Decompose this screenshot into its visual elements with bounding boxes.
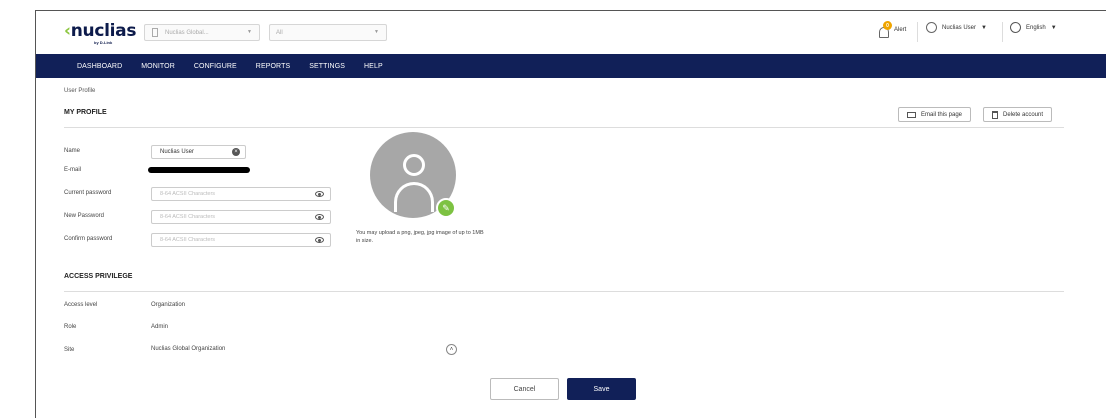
site-select[interactable]: All ▼ xyxy=(269,24,387,41)
current-password-field[interactable]: 8-64 ACSII Characters xyxy=(151,187,331,201)
new-password-field[interactable]: 8-64 ACSII Characters xyxy=(151,210,331,224)
divider xyxy=(64,127,1064,128)
avatar-head-icon xyxy=(403,154,425,176)
confirm-password-label: Confirm password xyxy=(64,236,113,242)
building-icon xyxy=(152,28,158,37)
alert-button[interactable]: 0 Alert xyxy=(879,21,906,38)
access-level-label: Access level xyxy=(64,302,98,308)
clear-icon[interactable]: × xyxy=(232,148,240,156)
pencil-icon[interactable]: ✎ xyxy=(436,198,456,218)
email-label: E-mail xyxy=(64,167,82,173)
main-nav: DASHBOARD MONITOR CONFIGURE REPORTS SETT… xyxy=(36,54,1106,78)
divider xyxy=(64,291,1064,292)
delete-account-button[interactable]: Delete account xyxy=(983,107,1053,122)
bell-icon: 0 xyxy=(879,21,892,38)
upload-hint: You may upload a png, jpeg, jpg image of… xyxy=(356,230,484,244)
name-label: Name xyxy=(64,148,81,154)
nav-reports[interactable]: REPORTS xyxy=(256,63,290,70)
nav-configure[interactable]: CONFIGURE xyxy=(194,63,237,70)
nav-monitor[interactable]: MONITOR xyxy=(141,63,175,70)
save-button[interactable]: Save xyxy=(567,378,636,400)
name-field[interactable]: Nuclias User × xyxy=(151,145,246,159)
current-password-label: Current password xyxy=(64,190,112,196)
eye-icon[interactable] xyxy=(315,214,324,220)
mail-icon xyxy=(907,111,916,118)
site-value: Nuclias Global Organization xyxy=(151,346,226,352)
nav-settings[interactable]: SETTINGS xyxy=(309,63,345,70)
divider xyxy=(917,22,918,42)
user-menu[interactable]: Nuclias User ▼ xyxy=(926,22,987,33)
organization-select[interactable]: Nuclias Global... ▼ xyxy=(144,24,260,41)
avatar-body-icon xyxy=(394,182,434,212)
site-label: Site xyxy=(64,347,75,353)
globe-icon xyxy=(1010,22,1021,33)
user-icon xyxy=(926,22,937,33)
chevron-up-icon[interactable]: ˄ xyxy=(446,344,457,355)
role-label: Role xyxy=(64,324,77,330)
eye-icon[interactable] xyxy=(315,191,324,197)
access-privilege-title: ACCESS PRIVILEGE xyxy=(64,273,133,280)
nuclias-logo[interactable]: ‹nuclias by D-Link xyxy=(64,21,136,45)
access-level-value: Organization xyxy=(151,302,186,308)
trash-icon xyxy=(992,110,998,119)
cancel-button[interactable]: Cancel xyxy=(490,378,559,400)
language-menu[interactable]: English ▼ xyxy=(1010,22,1057,33)
eye-icon[interactable] xyxy=(315,237,324,243)
redacted-email xyxy=(148,167,250,173)
email-page-button[interactable]: Email this page xyxy=(898,107,972,122)
new-password-label: New Password xyxy=(64,213,105,219)
app-window: ‹nuclias by D-Link Nuclias Global... ▼ A… xyxy=(35,10,1106,418)
confirm-password-field[interactable]: 8-64 ACSII Characters xyxy=(151,233,331,247)
divider xyxy=(1002,22,1003,42)
breadcrumb: User Profile xyxy=(64,88,96,94)
chevron-down-icon: ▼ xyxy=(247,29,252,35)
caret-down-icon: ▼ xyxy=(981,24,987,31)
caret-down-icon: ▼ xyxy=(1050,24,1057,31)
logo-chevron-icon: ‹ xyxy=(64,21,71,41)
alert-count-badge: 0 xyxy=(883,21,892,30)
role-value: Admin xyxy=(151,324,169,330)
chevron-down-icon: ▼ xyxy=(374,29,379,35)
my-profile-title: MY PROFILE xyxy=(64,109,107,116)
nav-dashboard[interactable]: DASHBOARD xyxy=(77,63,122,70)
top-bar: ‹nuclias by D-Link Nuclias Global... ▼ A… xyxy=(36,11,1106,54)
nav-help[interactable]: HELP xyxy=(364,63,383,70)
